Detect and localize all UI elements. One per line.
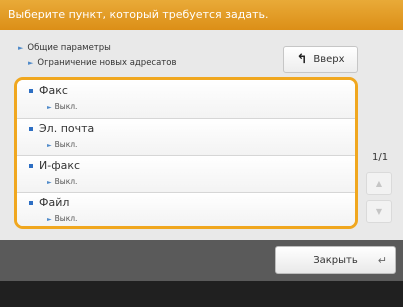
breadcrumb-level-1: ► Общие параметры	[18, 43, 111, 53]
scroll-down-button[interactable]: ▼	[366, 200, 392, 223]
breadcrumb-level-2: ► Ограничение новых адресатов	[28, 58, 176, 68]
item-label: И-факс	[39, 159, 81, 172]
close-button-label: Закрыть	[313, 254, 358, 266]
breadcrumb-label: Ограничение новых адресатов	[37, 58, 177, 68]
title-bar: Выберите пункт, который требуется задать…	[0, 0, 403, 30]
item-value: ► Выкл.	[47, 102, 77, 111]
bullet-icon	[29, 127, 33, 131]
scroll-up-button[interactable]: ▲	[366, 172, 392, 195]
triangle-up-icon: ▲	[375, 179, 383, 188]
item-label: Файл	[39, 196, 70, 209]
bottom-band	[0, 281, 403, 307]
list-item-fax[interactable]: Факс ► Выкл.	[17, 80, 355, 118]
triangle-right-icon: ►	[18, 44, 24, 52]
bullet-icon	[29, 201, 33, 205]
footer-bar: Закрыть ↵	[0, 240, 403, 281]
item-value-text: Выкл.	[54, 214, 78, 223]
bullet-icon	[29, 164, 33, 168]
triangle-down-icon: ▼	[375, 207, 383, 216]
page-title: Выберите пункт, который требуется задать…	[8, 8, 269, 21]
item-value: ► Выкл.	[47, 177, 77, 186]
list-item-ifax[interactable]: И-факс ► Выкл.	[17, 155, 355, 192]
up-button-label: Вверх	[313, 54, 345, 65]
list-item-file[interactable]: Файл ► Выкл.	[17, 192, 355, 226]
triangle-right-icon: ►	[28, 59, 34, 67]
item-label: Эл. почта	[39, 122, 95, 135]
item-value: ► Выкл.	[47, 140, 77, 149]
return-icon: ↵	[377, 254, 387, 267]
settings-list: Факс ► Выкл. Эл. почта ► Выкл. И-факс ► Вык…	[14, 77, 358, 229]
up-button[interactable]: ↰ Вверх	[283, 46, 358, 73]
item-value-text: Выкл.	[54, 177, 78, 186]
item-value-text: Выкл.	[54, 102, 78, 111]
item-value: ► Выкл.	[47, 214, 77, 223]
triangle-right-icon: ►	[47, 104, 52, 111]
item-value-text: Выкл.	[54, 140, 78, 149]
breadcrumb-label: Общие параметры	[27, 43, 111, 53]
bullet-icon	[29, 89, 33, 93]
close-button[interactable]: Закрыть ↵	[275, 246, 396, 274]
triangle-right-icon: ►	[47, 179, 52, 186]
arrow-up-left-icon: ↰	[296, 52, 308, 67]
triangle-right-icon: ►	[47, 216, 52, 223]
triangle-right-icon: ►	[47, 142, 52, 149]
item-label: Факс	[39, 84, 68, 97]
list-item-email[interactable]: Эл. почта ► Выкл.	[17, 118, 355, 155]
page-indicator: 1/1	[372, 152, 389, 163]
